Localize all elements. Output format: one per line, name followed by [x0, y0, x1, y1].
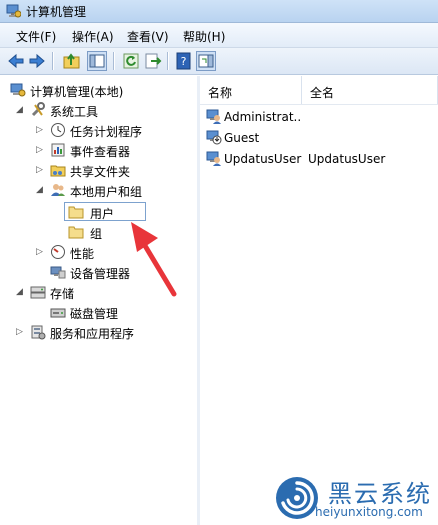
computer-management-icon [10, 82, 26, 98]
list-item[interactable]: Administrat... [200, 106, 438, 127]
tree-item-label: 系统工具 [50, 105, 99, 119]
watermark-title: 黑云系统 [328, 480, 432, 508]
expand-arrow-icon[interactable]: ▷ [36, 143, 46, 157]
user-list-view: 名称 全名 Administrat... Guest UpdatusUser U… [200, 76, 438, 525]
user-account-icon [206, 108, 222, 124]
list-item[interactable]: UpdatusUser UpdatusUser [200, 148, 438, 169]
menu-action[interactable]: 操作(A) [72, 28, 114, 45]
menu-view[interactable]: 查看(V) [127, 28, 169, 45]
menu-file[interactable]: 文件(F) [16, 28, 56, 45]
tree-item-task-scheduler[interactable]: ▷ 任务计划程序 [0, 120, 197, 140]
console-tree: 计算机管理(本地) ◢ 系统工具 ▷ 任务计划程序 ▷ 事件查看器 ▷ 共享文件… [0, 76, 198, 525]
tree-item-disk-management[interactable]: 磁盘管理 [0, 302, 197, 322]
expand-arrow-icon[interactable]: ▷ [16, 325, 26, 339]
list-item[interactable]: Guest [200, 127, 438, 148]
annotation-arrow [131, 222, 177, 297]
tree-item-local-users-groups[interactable]: ◢ 本地用户和组 [0, 180, 197, 200]
users-group-icon [50, 182, 66, 198]
computer-management-icon [6, 4, 22, 18]
watermark: 黑云系统 heiyunxitong.com [272, 472, 438, 525]
tree-item-root[interactable]: 计算机管理(本地) [0, 80, 197, 100]
menu-bar: 文件(F) 操作(A) 查看(V) 帮助(H) [0, 23, 438, 48]
show-hide-tree-icon[interactable] [87, 51, 107, 71]
user-account-icon [206, 150, 222, 166]
expand-arrow-icon[interactable]: ▷ [36, 123, 46, 137]
services-icon [30, 324, 46, 340]
svg-text:?: ? [181, 55, 187, 68]
tree-item-system-tools[interactable]: ◢ 系统工具 [0, 100, 197, 120]
storage-icon [30, 284, 46, 300]
clock-icon [50, 122, 66, 138]
refresh-icon[interactable] [121, 51, 141, 71]
watermark-url: heiyunxitong.com [315, 505, 423, 519]
column-header-name[interactable]: 名称 [200, 76, 302, 104]
back-arrow-icon[interactable] [6, 51, 26, 71]
folder-icon [68, 224, 84, 240]
show-hide-action-pane-icon[interactable] [196, 51, 216, 71]
help-icon[interactable]: ? [174, 51, 194, 71]
forward-arrow-icon[interactable] [27, 51, 47, 71]
export-list-icon[interactable] [143, 51, 163, 71]
device-manager-icon [50, 264, 66, 280]
tools-icon [30, 102, 46, 118]
tree-item-event-viewer[interactable]: ▷ 事件查看器 [0, 140, 197, 160]
tree-item-services-apps[interactable]: ▷ 服务和应用程序 [0, 322, 197, 342]
disabled-user-icon [206, 129, 222, 145]
tree-item-label: 用户 [90, 207, 115, 221]
window-title: 计算机管理 [26, 5, 87, 19]
user-fullname: UpdatusUser [308, 152, 386, 166]
tree-item-shared-folders[interactable]: ▷ 共享文件夹 [0, 160, 197, 180]
tree-item-label: 事件查看器 [70, 145, 131, 159]
tree-item-label: 性能 [70, 247, 95, 261]
collapse-arrow-icon[interactable]: ◢ [36, 183, 46, 197]
column-header-fullname[interactable]: 全名 [302, 76, 438, 104]
expand-arrow-icon[interactable]: ▷ [36, 245, 46, 259]
tree-item-label: 任务计划程序 [70, 125, 143, 139]
tree-item-label: 存储 [50, 287, 75, 301]
disk-icon [50, 304, 66, 320]
menu-help[interactable]: 帮助(H) [183, 28, 225, 45]
title-bar: 计算机管理 [0, 0, 438, 23]
user-name: UpdatusUser [224, 152, 302, 166]
event-log-icon [50, 142, 66, 158]
performance-gauge-icon [50, 244, 66, 260]
tree-item-label: 组 [90, 227, 103, 241]
tree-item-label: 服务和应用程序 [50, 327, 135, 341]
user-name: Administrat... [224, 110, 300, 124]
collapse-arrow-icon[interactable]: ◢ [16, 285, 26, 299]
up-folder-icon[interactable] [62, 51, 82, 71]
shared-folder-icon [50, 162, 66, 178]
collapse-arrow-icon[interactable]: ◢ [16, 103, 26, 117]
tree-item-label: 本地用户和组 [70, 185, 143, 199]
tree-item-label: 计算机管理(本地) [30, 85, 124, 99]
tree-item-label: 磁盘管理 [70, 307, 119, 321]
folder-icon [68, 204, 84, 220]
swirl-logo-icon [276, 477, 318, 519]
expand-arrow-icon[interactable]: ▷ [36, 163, 46, 177]
toolbar: ? [0, 48, 438, 75]
user-name: Guest [224, 131, 260, 145]
tree-item-label: 共享文件夹 [70, 165, 131, 179]
